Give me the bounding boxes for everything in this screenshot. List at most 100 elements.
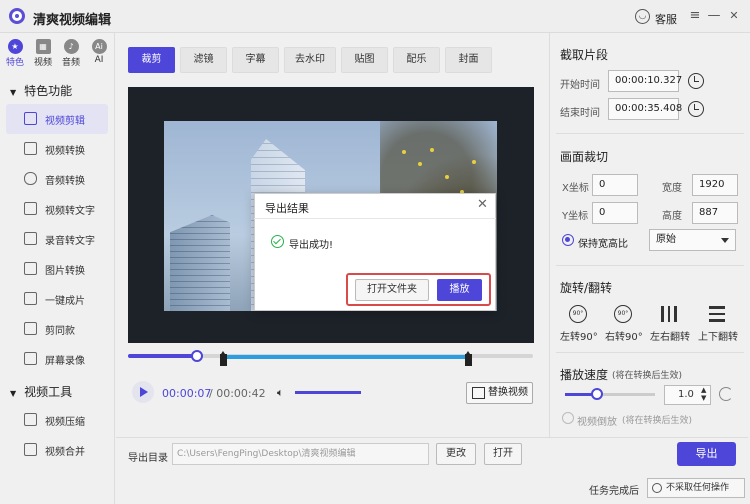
y-input[interactable]: 0 — [592, 202, 638, 224]
dialog-close-button[interactable]: ✕ — [477, 197, 488, 212]
tab-cover[interactable]: 封面 — [445, 47, 492, 73]
close-window-button[interactable]: ✕ — [724, 6, 744, 26]
video-convert-icon — [24, 142, 37, 155]
category-tab-audio[interactable]: ♪ 音频 — [59, 39, 83, 68]
category-tab-featured[interactable]: ★ 特色 — [3, 39, 27, 68]
rotate-right-label[interactable]: 右转90° — [605, 328, 643, 343]
customer-service-icon[interactable]: ◡ — [635, 9, 650, 24]
dialog-message: 导出成功! — [289, 240, 334, 251]
dialog-divider — [254, 218, 496, 219]
sidebar-item-video-merge[interactable]: 视频合并 — [6, 435, 108, 465]
success-check-icon — [271, 235, 284, 248]
flip-horizontal-label[interactable]: 左右翻转 — [650, 328, 690, 343]
speed-slider-knob[interactable] — [591, 388, 603, 400]
sidebar-item-image-convert[interactable]: 图片转换 — [6, 254, 108, 284]
volume-icon[interactable]: 🔈︎ — [277, 386, 291, 399]
tab-sticker[interactable]: 贴图 — [341, 47, 388, 73]
keep-ratio-label: 保持宽高比 — [578, 239, 628, 250]
sidebar-item-template[interactable]: 剪同款 — [6, 314, 108, 344]
set-end-clock-icon[interactable] — [688, 101, 704, 117]
video-to-text-icon — [24, 202, 37, 215]
flip-vertical-label[interactable]: 上下翻转 — [698, 328, 738, 343]
leaf — [472, 160, 476, 164]
category-tab-video[interactable]: ▦ 视频 — [31, 39, 55, 68]
flip-horizontal-icon[interactable] — [661, 306, 677, 322]
reverse-note: (将在转换后生效) — [622, 416, 693, 426]
play-result-button[interactable]: 播放 — [437, 279, 482, 301]
clip-end-handle[interactable] — [465, 351, 472, 366]
total-time: / 00:00:42 — [209, 387, 266, 400]
height-label: 高度 — [662, 211, 682, 222]
ratio-select[interactable]: 原始 — [649, 229, 736, 251]
replace-video-button[interactable]: 替换视频 — [466, 382, 533, 404]
after-task-select[interactable]: 不采取任何操作 — [647, 478, 745, 498]
sidebar-item-video-compress[interactable]: 视频压缩 — [6, 405, 108, 435]
volume-slider[interactable] — [295, 391, 361, 394]
tab-subtitle[interactable]: 字幕 — [232, 47, 279, 73]
reverse-label: 视频倒放 — [577, 417, 617, 428]
speed-note: (将在转换后生效) — [612, 371, 683, 381]
section-featured-header[interactable]: ▼ 特色功能 — [10, 82, 72, 99]
export-button[interactable]: 导出 — [677, 442, 736, 466]
crop-section-title: 画面裁切 — [560, 150, 609, 164]
change-dir-button[interactable]: 更改 — [436, 443, 476, 465]
height-input[interactable]: 887 — [692, 202, 738, 224]
minimize-button[interactable]: — — [704, 6, 724, 26]
flip-vertical-icon[interactable] — [709, 306, 725, 322]
app-logo-icon — [9, 8, 25, 24]
tab-crop[interactable]: 裁剪 — [128, 47, 175, 73]
menu-icon[interactable]: ≡ — [685, 6, 705, 26]
leaf — [445, 175, 449, 179]
sidebar-item-one-click[interactable]: 一键成片 — [6, 284, 108, 314]
end-time-label: 结束时间 — [560, 108, 600, 119]
sidebar-item-screen-record[interactable]: 屏幕录像 — [6, 344, 108, 374]
star-icon: ★ — [7, 39, 23, 54]
tab-remove-watermark[interactable]: 去水印 — [284, 47, 336, 73]
dialog-title: 导出结果 — [265, 202, 309, 215]
reverse-radio[interactable] — [562, 412, 574, 424]
speed-section-title: 播放速度 — [560, 368, 609, 382]
customer-service-label[interactable]: 客服 — [655, 11, 677, 27]
chevron-down-icon — [721, 238, 729, 243]
width-input[interactable]: 1920 — [692, 174, 738, 196]
x-input[interactable]: 0 — [592, 174, 638, 196]
start-time-input[interactable]: 00:00:10.327 — [608, 70, 682, 92]
output-path-field[interactable]: C:\Users\FengPing\Desktop\清爽视频编辑 — [172, 443, 429, 465]
ban-icon — [652, 483, 662, 493]
playhead[interactable] — [190, 350, 203, 362]
keep-ratio-radio[interactable] — [562, 234, 574, 246]
set-start-clock-icon[interactable] — [688, 73, 704, 89]
open-folder-button[interactable]: 打开文件夹 — [355, 279, 429, 301]
video-building-left — [170, 215, 230, 311]
microphone-icon — [24, 172, 37, 185]
audio-icon: ♪ — [63, 39, 79, 54]
width-label: 宽度 — [662, 183, 682, 194]
collapse-arrow-icon: ▼ — [10, 389, 17, 398]
audio-to-text-icon — [24, 232, 37, 245]
category-tab-ai[interactable]: Ai AI — [87, 39, 111, 65]
section-tools-header[interactable]: ▼ 视频工具 — [10, 383, 72, 400]
sidebar-item-video-to-text[interactable]: 视频转文字 — [6, 194, 108, 224]
sidebar-item-video-convert[interactable]: 视频转换 — [6, 134, 108, 164]
collapse-arrow-icon: ▼ — [10, 88, 17, 97]
tab-music[interactable]: 配乐 — [393, 47, 440, 73]
play-button[interactable] — [132, 381, 154, 403]
end-time-input[interactable]: 00:00:35.408 — [608, 98, 682, 120]
start-time-label: 开始时间 — [560, 80, 600, 91]
app-title: 清爽视频编辑 — [33, 13, 112, 28]
sidebar-item-audio-convert[interactable]: 音频转换 — [6, 164, 108, 194]
clip-start-handle[interactable] — [220, 351, 227, 366]
divider — [556, 265, 744, 266]
tab-filter[interactable]: 滤镜 — [180, 47, 227, 73]
speed-stepper-icon[interactable]: ▲ ▼ — [701, 386, 706, 402]
reset-speed-icon[interactable] — [719, 387, 733, 401]
rotate-right-icon[interactable]: 90° — [614, 305, 632, 323]
clip-range[interactable] — [223, 355, 469, 359]
merge-icon — [24, 443, 37, 456]
rotate-left-icon[interactable]: 90° — [569, 305, 587, 323]
ai-icon: Ai — [91, 39, 107, 54]
rotate-left-label[interactable]: 左转90° — [560, 328, 598, 343]
sidebar-item-video-edit[interactable]: 视频剪辑 — [6, 104, 108, 134]
open-dir-button[interactable]: 打开 — [484, 443, 522, 465]
sidebar-item-audio-to-text[interactable]: 录音转文字 — [6, 224, 108, 254]
